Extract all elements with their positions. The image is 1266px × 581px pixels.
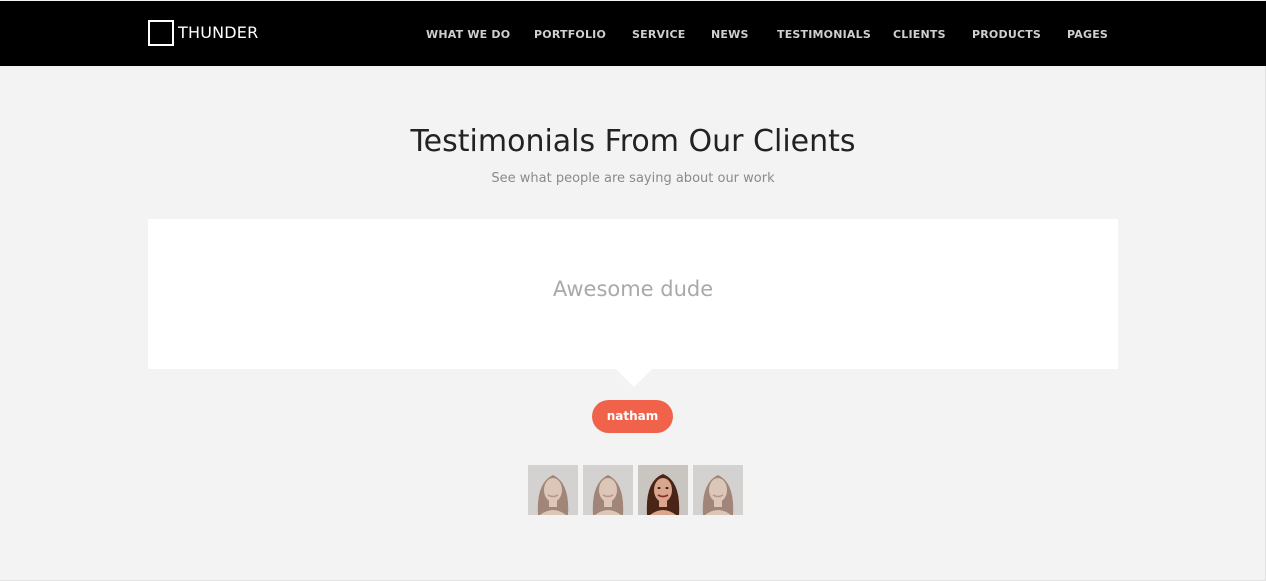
nav-item-what-we-do[interactable]: WHAT WE DO — [426, 28, 510, 41]
client-portrait-icon — [693, 465, 743, 515]
client-portrait-icon — [583, 465, 633, 515]
testimonial-card: Awesome dude — [148, 219, 1118, 369]
page: THUNDER WHAT WE DO PORTFOLIO SERVICE NEW… — [0, 0, 1266, 581]
client-thumbnail-1[interactable] — [528, 465, 578, 515]
section-title: Testimonials From Our Clients — [410, 124, 856, 159]
nav-item-products[interactable]: PRODUCTS — [972, 28, 1041, 41]
nav-item-pages[interactable]: PAGES — [1067, 28, 1108, 41]
nav-item-clients[interactable]: CLIENTS — [893, 28, 946, 41]
client-thumbnail-2[interactable] — [583, 465, 633, 515]
testimonial-thumbnails — [528, 465, 744, 519]
nav-menu: WHAT WE DO PORTFOLIO SERVICE NEWS TESTIM… — [0, 1, 1266, 66]
testimonial-author-badge[interactable]: natham — [592, 400, 673, 433]
client-thumbnail-4[interactable] — [693, 465, 743, 515]
client-thumbnail-3-active[interactable] — [638, 465, 688, 515]
nav-item-portfolio[interactable]: PORTFOLIO — [534, 28, 606, 41]
client-portrait-icon — [528, 465, 578, 515]
speech-pointer-icon — [615, 368, 653, 387]
nav-item-service[interactable]: SERVICE — [632, 28, 686, 41]
nav-item-testimonials[interactable]: TESTIMONIALS — [777, 28, 871, 41]
navbar: THUNDER WHAT WE DO PORTFOLIO SERVICE NEW… — [0, 1, 1266, 66]
testimonial-quote: Awesome dude — [552, 277, 714, 301]
section-subtitle: See what people are saying about our wor… — [491, 171, 775, 186]
nav-item-news[interactable]: NEWS — [711, 28, 749, 41]
client-portrait-icon — [638, 465, 688, 515]
